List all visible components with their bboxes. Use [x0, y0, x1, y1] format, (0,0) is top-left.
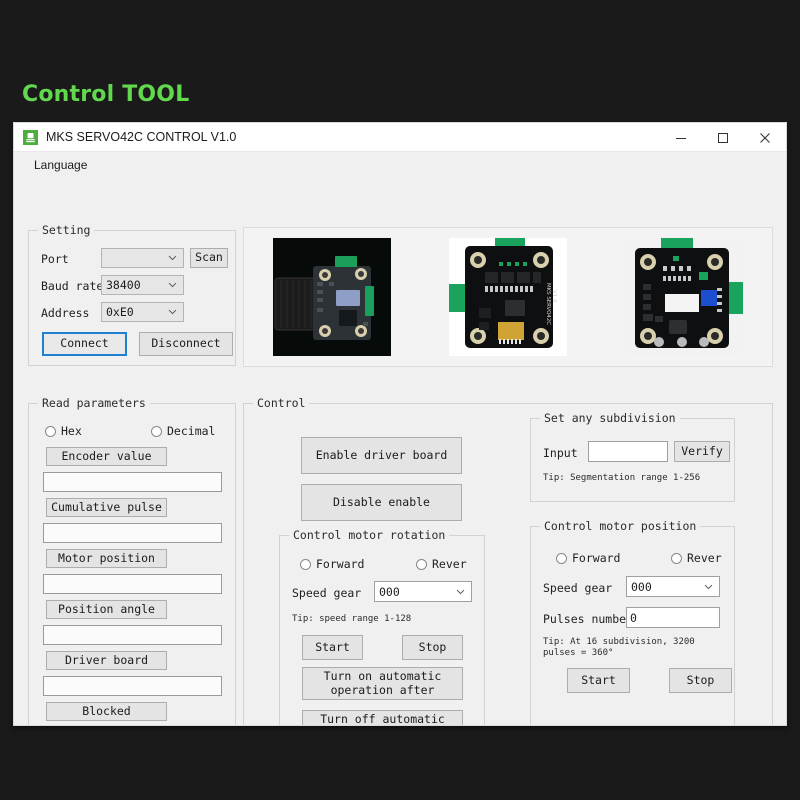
disconnect-button[interactable]: Disconnect [139, 332, 233, 356]
motor-rotation-group-title: Control motor rotation [289, 528, 449, 542]
rotation-radio-forward-label: Forward [316, 557, 364, 571]
chevron-down-icon [168, 280, 177, 289]
driver-board-button[interactable]: Driver board [46, 651, 167, 670]
rotation-radio-forward-indicator [300, 559, 311, 570]
subdivision-group-title: Set any subdivision [540, 411, 680, 425]
rotation-speed-gear-value: 000 [379, 585, 400, 599]
screen: Control TOOL MKS SERVO42C CONTROL V1.0 [0, 0, 800, 800]
position-speed-gear-value: 000 [631, 580, 652, 594]
chevron-down-icon [168, 307, 177, 316]
read-parameters-group-title: Read parameters [38, 396, 150, 410]
motor-position-button[interactable]: Motor position [46, 549, 167, 568]
position-radio-forward[interactable]: Forward [556, 551, 620, 565]
rotation-stop-button[interactable]: Stop [402, 635, 463, 660]
control-group: Control Enable driver board Disable enab… [243, 403, 773, 726]
verify-button[interactable]: Verify [674, 441, 730, 462]
setting-group: Setting Port Scan Baud rate 38400 Addr [28, 230, 236, 366]
motor-rotation-group: Control motor rotation Forward Rever Spe… [279, 535, 485, 726]
motor-position-group-title: Control motor position [540, 519, 700, 533]
window-client-area: Setting Port Scan Baud rate 38400 Addr [14, 177, 786, 725]
subdivision-input[interactable] [588, 441, 668, 462]
position-radio-forward-label: Forward [572, 551, 620, 565]
svg-text:MKS SERVO42C: MKS SERVO42C [545, 283, 551, 325]
cumulative-pulse-output[interactable] [43, 523, 222, 543]
rotation-tip: Tip: speed range 1-128 [292, 614, 411, 625]
turn-on-automatic-operation-button[interactable]: Turn on automatic operation after [302, 667, 463, 700]
subdivision-tip: Tip: Segmentation range 1-256 [543, 473, 700, 484]
position-tip: Tip: At 16 subdivision, 3200 pulses = 36… [543, 637, 695, 660]
driver-board-output[interactable] [43, 676, 222, 696]
rotation-start-button[interactable]: Start [302, 635, 363, 660]
app-icon [23, 130, 38, 145]
baud-rate-select[interactable]: 38400 [101, 275, 184, 295]
position-speed-gear-select[interactable]: 000 [626, 576, 720, 597]
baud-rate-value: 38400 [106, 278, 141, 292]
port-select[interactable] [101, 248, 184, 268]
position-stop-button[interactable]: Stop [669, 668, 732, 693]
encoder-value-output[interactable] [43, 472, 222, 492]
address-label: Address [41, 306, 89, 320]
position-speed-gear-label: Speed gear [543, 581, 612, 595]
subdivision-input-label: Input [543, 446, 578, 460]
subdivision-group: Set any subdivision Input Verify Tip: Se… [530, 418, 735, 502]
position-radio-rever-indicator [671, 553, 682, 564]
address-select[interactable]: 0xE0 [101, 302, 184, 322]
radio-decimal[interactable]: Decimal [151, 424, 215, 438]
rotation-radio-rever-indicator [416, 559, 427, 570]
scan-button[interactable]: Scan [190, 248, 228, 268]
enable-driver-board-button[interactable]: Enable driver board [301, 437, 462, 474]
baud-rate-label: Baud rate [41, 279, 103, 293]
product-image-strip: MKS SERVO42C V1.0 [243, 227, 773, 367]
rotation-speed-gear-label: Speed gear [292, 586, 361, 600]
position-start-button[interactable]: Start [567, 668, 630, 693]
blocked-button[interactable]: Blocked [46, 702, 167, 721]
motor-position-group: Control motor position Forward Rever Spe… [530, 526, 735, 726]
window-title: MKS SERVO42C CONTROL V1.0 [46, 130, 236, 144]
rotation-radio-rever-label: Rever [432, 557, 467, 571]
menubar: Language [14, 152, 786, 177]
address-value: 0xE0 [106, 305, 134, 319]
page-title: Control TOOL [22, 82, 189, 107]
chevron-down-icon [168, 253, 177, 262]
pulses-number-label: Pulses number [543, 612, 633, 626]
motor-position-output[interactable] [43, 574, 222, 594]
servo42c-board-back-photo [625, 238, 743, 356]
window-titlebar[interactable]: MKS SERVO42C CONTROL V1.0 [14, 123, 786, 152]
rotation-speed-gear-select[interactable]: 000 [374, 581, 472, 602]
menu-item-language[interactable]: Language [30, 156, 91, 174]
setting-group-title: Setting [38, 223, 94, 237]
radio-hex-label: Hex [61, 424, 82, 438]
chevron-down-icon [704, 582, 713, 591]
port-label: Port [41, 252, 69, 266]
pulses-number-input[interactable]: 0 [626, 607, 720, 628]
turn-off-automatic-operation-button[interactable]: Turn off automatic operation after [302, 710, 463, 726]
servo42c-motor-photo [273, 238, 391, 356]
application-window: MKS SERVO42C CONTROL V1.0 Language Setti… [13, 122, 787, 726]
position-angle-output[interactable] [43, 625, 222, 645]
position-radio-forward-indicator [556, 553, 567, 564]
cumulative-pulse-button[interactable]: Cumulative pulse [46, 498, 167, 517]
rotation-radio-forward[interactable]: Forward [300, 557, 364, 571]
maximize-icon[interactable] [702, 123, 744, 152]
connect-button[interactable]: Connect [42, 332, 127, 356]
control-group-title: Control [253, 396, 309, 410]
read-parameters-group: Read parameters Hex Decimal Encoder valu… [28, 403, 236, 726]
radio-hex[interactable]: Hex [45, 424, 82, 438]
disable-enable-button[interactable]: Disable enable [301, 484, 462, 521]
close-icon[interactable] [744, 123, 786, 152]
minimize-icon[interactable] [660, 123, 702, 152]
radio-decimal-indicator [151, 426, 162, 437]
rotation-radio-rever[interactable]: Rever [416, 557, 467, 571]
position-angle-button[interactable]: Position angle [46, 600, 167, 619]
position-radio-rever[interactable]: Rever [671, 551, 722, 565]
servo42c-board-front-photo: MKS SERVO42C V1.0 [449, 238, 567, 356]
window-controls [660, 123, 786, 152]
position-radio-rever-label: Rever [687, 551, 722, 565]
chevron-down-icon [456, 587, 465, 596]
svg-text:V1.0: V1.0 [551, 290, 557, 303]
encoder-value-button[interactable]: Encoder value [46, 447, 167, 466]
radio-decimal-label: Decimal [167, 424, 215, 438]
radio-hex-indicator [45, 426, 56, 437]
